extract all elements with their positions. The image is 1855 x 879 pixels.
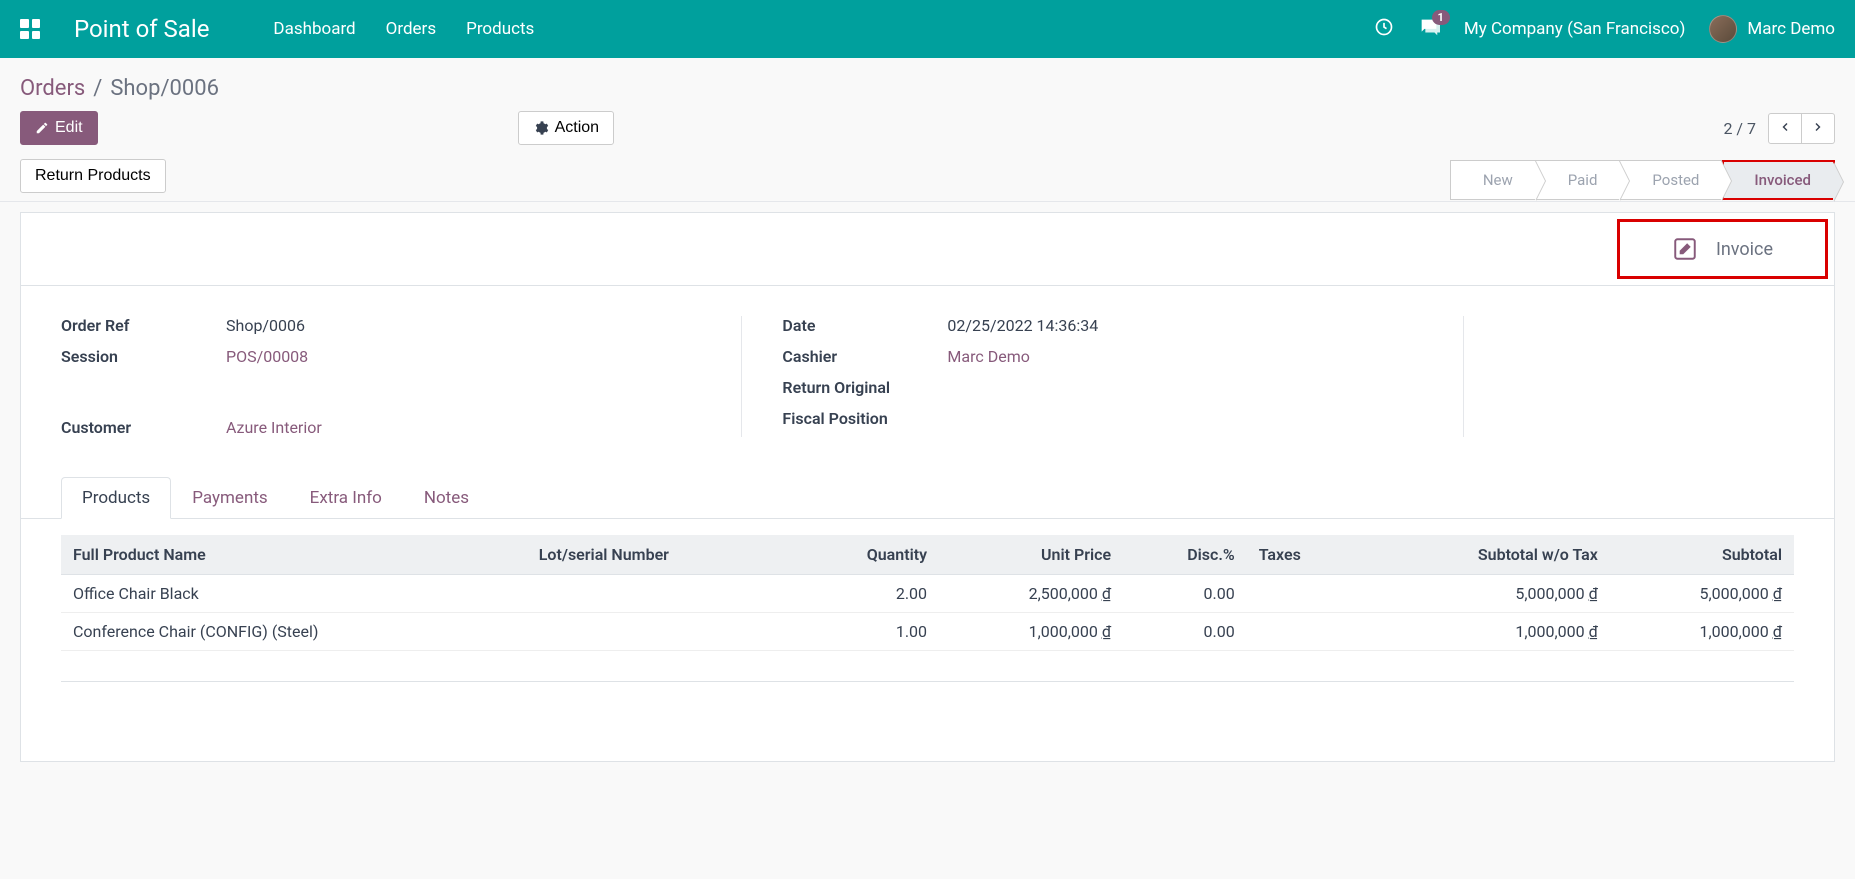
breadcrumb-current: Shop/0006 — [110, 76, 219, 101]
avatar — [1709, 15, 1737, 43]
company-switcher[interactable]: My Company (San Francisco) — [1464, 19, 1686, 39]
user-menu[interactable]: Marc Demo — [1709, 15, 1835, 43]
col-qty: Quantity — [793, 535, 939, 575]
order-ref-value: Shop/0006 — [226, 316, 305, 335]
app-brand[interactable]: Point of Sale — [74, 15, 209, 43]
edit-button-label: Edit — [55, 119, 83, 137]
cell-disc: 0.00 — [1123, 575, 1247, 613]
cell-disc: 0.00 — [1123, 613, 1247, 651]
user-name: Marc Demo — [1747, 19, 1835, 39]
cashier-value[interactable]: Marc Demo — [947, 347, 1029, 366]
col-taxes: Taxes — [1247, 535, 1361, 575]
tab-extra-info[interactable]: Extra Info — [289, 477, 403, 518]
order-ref-label: Order Ref — [61, 316, 226, 335]
notification-badge: 1 — [1432, 10, 1450, 25]
breadcrumb-parent[interactable]: Orders — [20, 76, 85, 101]
status-paid[interactable]: Paid — [1536, 160, 1621, 200]
session-value[interactable]: POS/00008 — [226, 347, 308, 366]
clock-icon[interactable] — [1374, 17, 1394, 41]
cell-taxes — [1247, 613, 1361, 651]
date-value: 02/25/2022 14:36:34 — [947, 316, 1098, 335]
col-subtotal: Subtotal — [1610, 535, 1794, 575]
status-new[interactable]: New — [1450, 160, 1536, 200]
chevron-right-icon — [1812, 120, 1824, 134]
pager-prev-button[interactable] — [1768, 113, 1802, 144]
statusbar-row: Return Products New Paid Posted Invoiced — [0, 159, 1855, 202]
messaging-icon[interactable]: 1 — [1418, 16, 1440, 42]
status-invoiced[interactable]: Invoiced — [1722, 160, 1835, 200]
action-button-label: Action — [555, 119, 599, 137]
col-product: Full Product Name — [61, 535, 527, 575]
cell-product: Office Chair Black — [61, 575, 527, 613]
col-disc: Disc.% — [1123, 535, 1247, 575]
edit-square-icon — [1672, 236, 1698, 262]
cell-subtotal-no-tax: 5,000,000 ₫ — [1361, 575, 1610, 613]
date-label: Date — [782, 316, 947, 335]
cashier-label: Cashier — [782, 347, 947, 366]
table-row[interactable]: Office Chair Black 2.002,500,000 ₫0.00 5,0… — [61, 575, 1794, 613]
edit-button[interactable]: Edit — [20, 111, 98, 145]
tab-notes[interactable]: Notes — [403, 477, 490, 518]
nav-dashboard[interactable]: Dashboard — [273, 19, 355, 39]
customer-label: Customer — [61, 418, 226, 437]
fiscal-position-label: Fiscal Position — [782, 409, 947, 428]
notebook-tabs: Products Payments Extra Info Notes — [21, 477, 1834, 519]
cell-subtotal-no-tax: 1,000,000 ₫ — [1361, 613, 1610, 651]
table-row[interactable]: Conference Chair (CONFIG) (Steel)1.001,0… — [61, 613, 1794, 651]
tab-products[interactable]: Products — [61, 477, 171, 519]
products-table: Full Product Name Lot/serial Number Quan… — [61, 535, 1794, 651]
col-price: Unit Price — [939, 535, 1123, 575]
toolbar: Edit Action 2 / 7 — [0, 111, 1855, 159]
cell-product: Conference Chair (CONFIG) (Steel) — [61, 613, 527, 651]
action-button[interactable]: Action — [518, 111, 614, 145]
chevron-left-icon — [1779, 120, 1791, 134]
statusbar: New Paid Posted Invoiced — [1450, 160, 1835, 200]
cell-qty: 1.00 — [793, 613, 939, 651]
cell-price: 1,000,000 ₫ — [939, 613, 1123, 651]
invoice-stat-button[interactable]: Invoice — [1617, 219, 1828, 279]
pencil-icon — [35, 121, 49, 135]
cell-subtotal: 5,000,000 ₫ — [1610, 575, 1794, 613]
pager-count[interactable]: 2 / 7 — [1723, 119, 1756, 138]
form-sheet: Invoice Order Ref Shop/0006 Session POS/… — [20, 212, 1835, 762]
gear-icon — [533, 120, 549, 136]
session-label: Session — [61, 347, 226, 366]
breadcrumb: Orders / Shop/0006 — [0, 58, 1855, 111]
col-lot: Lot/serial Number — [527, 535, 793, 575]
customer-value[interactable]: Azure Interior — [226, 418, 322, 437]
cell-taxes — [1247, 575, 1361, 613]
apps-icon[interactable] — [20, 19, 40, 39]
col-subtotal-no-tax: Subtotal w/o Tax — [1361, 535, 1610, 575]
pager-next-button[interactable] — [1802, 113, 1835, 144]
status-posted[interactable]: Posted — [1620, 160, 1722, 200]
tab-payments[interactable]: Payments — [171, 477, 288, 518]
cell-lot — [527, 575, 793, 613]
return-original-label: Return Original — [782, 378, 947, 397]
nav-orders[interactable]: Orders — [386, 19, 436, 39]
cell-subtotal: 1,000,000 ₫ — [1610, 613, 1794, 651]
top-navbar: Point of Sale Dashboard Orders Products … — [0, 0, 1855, 58]
return-products-button[interactable]: Return Products — [20, 159, 166, 193]
invoice-stat-label: Invoice — [1716, 239, 1773, 260]
cell-lot — [527, 613, 793, 651]
cell-qty: 2.00 — [793, 575, 939, 613]
nav-products[interactable]: Products — [466, 19, 534, 39]
cell-price: 2,500,000 ₫ — [939, 575, 1123, 613]
breadcrumb-separator: / — [93, 76, 102, 101]
